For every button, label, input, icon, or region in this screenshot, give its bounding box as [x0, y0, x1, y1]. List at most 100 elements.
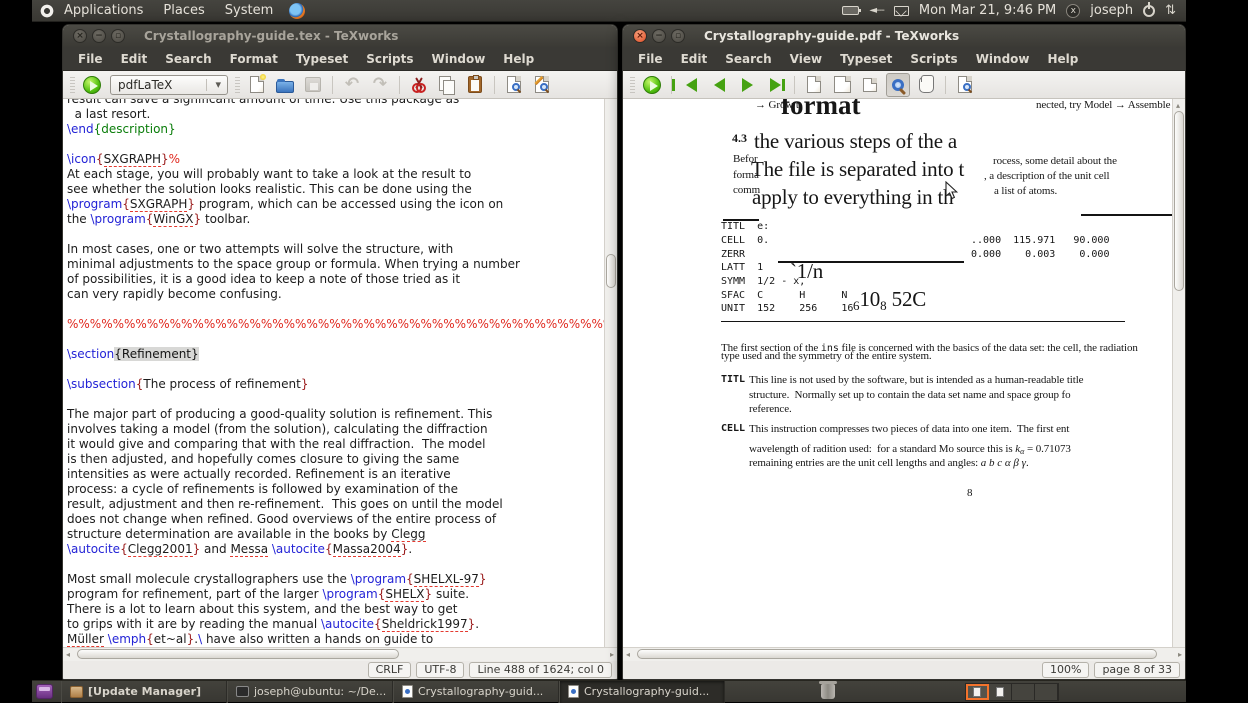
pdf-page-view[interactable]: → Grow tnected, try Model → Assemble ref…	[623, 99, 1173, 649]
panel-menu-system[interactable]: System	[215, 3, 283, 18]
editor-line: the \program{WinGX} toolbar.	[67, 212, 617, 227]
editor-text-area[interactable]: result can save a significant amount of …	[63, 99, 617, 649]
editor-line: a last resort.	[67, 107, 617, 122]
scroll-left-arrow[interactable]: ◂	[626, 650, 630, 659]
undo-icon: ↶	[345, 76, 359, 93]
find-button[interactable]	[502, 73, 526, 97]
menu-scripts[interactable]: Scripts	[357, 47, 422, 71]
menu-edit[interactable]: Edit	[112, 47, 157, 71]
minimize-button[interactable]: −	[92, 29, 106, 43]
menu-search[interactable]: Search	[716, 47, 780, 71]
scrollbar-thumb[interactable]	[637, 649, 1157, 659]
find-button[interactable]	[953, 73, 977, 97]
workspace-1[interactable]	[966, 684, 989, 700]
volume-icon[interactable]: ◄---	[869, 5, 884, 16]
pdf-text: structure. Normally set up to contain th…	[749, 389, 1070, 401]
hand-tool-button[interactable]	[914, 73, 938, 97]
menu-scripts[interactable]: Scripts	[901, 47, 966, 71]
firefox-icon[interactable]	[289, 3, 305, 19]
close-button[interactable]: ×	[73, 29, 87, 43]
username[interactable]: joseph	[1090, 3, 1133, 18]
cut-button[interactable]	[407, 73, 431, 97]
typeset-button[interactable]	[80, 73, 104, 97]
code-segment: WinGX	[153, 212, 193, 227]
ubuntu-logo-icon[interactable]	[40, 4, 54, 18]
engine-select[interactable]: pdfLaTeX	[110, 75, 228, 95]
power-icon[interactable]	[1143, 5, 1155, 17]
toolbar-grip[interactable]	[630, 77, 635, 93]
scrollbar-thumb[interactable]	[77, 649, 399, 659]
redo-button[interactable]: ↷	[368, 73, 392, 97]
find-replace-button[interactable]	[530, 73, 554, 97]
editor-line: At each stage, you will probably want to…	[67, 167, 617, 182]
pdf-horizontal-scrollbar[interactable]: ◂ ▸	[623, 647, 1185, 661]
taskbar-window-button[interactable]: Crystallography-guid...	[559, 681, 725, 703]
battery-icon[interactable]	[842, 6, 859, 15]
show-desktop-button[interactable]	[36, 684, 53, 699]
typeset-button[interactable]	[640, 73, 664, 97]
next-page-button[interactable]	[735, 73, 759, 97]
fit-width-button[interactable]	[830, 73, 854, 97]
pdf-text: ..000 115.971 90.000	[971, 235, 1109, 246]
trash-icon[interactable]	[821, 684, 835, 699]
menu-edit[interactable]: Edit	[672, 47, 717, 71]
undo-button[interactable]: ↶	[340, 73, 364, 97]
magnifier-tool-button[interactable]	[886, 73, 910, 97]
code-segment: {	[120, 542, 128, 556]
actual-size-button[interactable]	[802, 73, 826, 97]
mail-icon[interactable]	[894, 6, 909, 16]
status-box: 100%	[1042, 662, 1089, 678]
paste-button[interactable]	[463, 73, 487, 97]
editor-toolbar: pdfLaTeX ↶ ↷	[63, 71, 617, 99]
taskbar-window-button[interactable]: Crystallography-guid...	[393, 681, 559, 703]
maximize-button[interactable]: ▫	[671, 29, 685, 43]
menu-format[interactable]: Format	[221, 47, 287, 71]
scrollbar-thumb[interactable]	[1174, 111, 1184, 291]
pdf-titlebar[interactable]: × − ▫ Crystallography-guide.pdf - TeXwor…	[623, 25, 1185, 47]
menu-view[interactable]: View	[781, 47, 831, 71]
taskbar-window-button[interactable]: joseph@ubuntu: ~/De...	[227, 681, 393, 703]
menu-file[interactable]: File	[629, 47, 672, 71]
scroll-right-arrow[interactable]: ▸	[610, 650, 614, 659]
copy-button[interactable]	[435, 73, 459, 97]
scroll-up-arrow[interactable]: ▴	[1176, 101, 1180, 110]
code-segment: of possibilities, it is a good idea to k…	[67, 272, 460, 286]
updown-arrows-icon[interactable]: ⇅	[1165, 3, 1176, 18]
fit-window-button[interactable]	[858, 73, 882, 97]
last-page-button[interactable]	[763, 73, 787, 97]
workspace-4[interactable]	[1035, 684, 1058, 700]
close-button[interactable]: ×	[633, 29, 647, 43]
scroll-left-arrow[interactable]: ◂	[66, 650, 70, 659]
toolbar-grip[interactable]	[235, 77, 240, 93]
scroll-right-arrow[interactable]: ▸	[1178, 650, 1182, 659]
menu-search[interactable]: Search	[156, 47, 220, 71]
menu-help[interactable]: Help	[494, 47, 543, 71]
save-button[interactable]	[301, 73, 325, 97]
toolbar-grip[interactable]	[70, 77, 75, 93]
workspace-2[interactable]	[989, 684, 1012, 700]
panel-menu-applications[interactable]: Applications	[54, 3, 153, 18]
previous-page-button[interactable]	[707, 73, 731, 97]
clock[interactable]: Mon Mar 21, 9:46 PM	[919, 3, 1056, 18]
editor-titlebar[interactable]: × − ▫ Crystallography-guide.tex - TeXwor…	[63, 25, 617, 47]
menu-typeset[interactable]: Typeset	[287, 47, 357, 71]
editor-line: result can save a significant amount of …	[67, 99, 617, 107]
menu-window[interactable]: Window	[422, 47, 494, 71]
maximize-button[interactable]: ▫	[111, 29, 125, 43]
menu-typeset[interactable]: Typeset	[831, 47, 901, 71]
menu-help[interactable]: Help	[1039, 47, 1088, 71]
workspace-3[interactable]	[1012, 684, 1035, 700]
open-file-button[interactable]	[273, 73, 297, 97]
minimize-button[interactable]: −	[652, 29, 666, 43]
taskbar-window-button[interactable]: [Update Manager]	[61, 681, 227, 703]
user-status-icon[interactable]: x	[1066, 4, 1080, 18]
menu-file[interactable]: File	[69, 47, 112, 71]
first-page-button[interactable]	[679, 73, 703, 97]
new-file-button[interactable]	[245, 73, 269, 97]
menu-window[interactable]: Window	[967, 47, 1039, 71]
scrollbar-thumb[interactable]	[606, 254, 616, 288]
editor-horizontal-scrollbar[interactable]: ◂ ▸	[63, 647, 617, 661]
editor-vertical-scrollbar[interactable]	[604, 99, 617, 649]
pdf-vertical-scrollbar[interactable]: ▴	[1172, 99, 1185, 649]
panel-menu-places[interactable]: Places	[153, 3, 214, 18]
